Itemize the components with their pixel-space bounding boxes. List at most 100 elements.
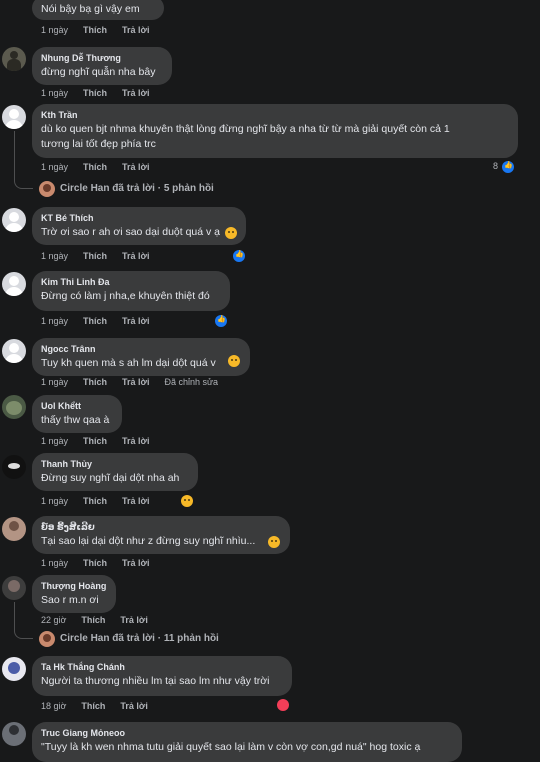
comment-actions: 1 ngày Thích Trả lời [41,249,164,263]
reply-button[interactable]: Trả lời [122,160,149,174]
comment-bubble: Thanh Thủy Đừng suy nghĩ dại dột nha ah [32,453,198,491]
comment-time[interactable]: 1 ngày [41,556,68,570]
like-button[interactable]: Thích [81,699,105,713]
avatar[interactable] [2,455,26,479]
like-button[interactable]: Thích [83,434,107,448]
thread-connector [14,178,33,189]
like-button[interactable]: Thích [83,249,107,263]
comment-text: Sao r m.n ơi [41,594,99,606]
comment-text: Tại sao lại dại dột như z đừng suy nghĩ … [41,535,256,547]
reply-button[interactable]: Trả lời [120,613,147,627]
comment-bubble: Kim Thi Linh Đa Đừng có làm j nha,e khuy… [32,271,230,311]
love-icon[interactable] [277,699,289,711]
downcast-face-icon [225,227,237,239]
comment-bubble: ຍ໌ອ ຣີ້ງສີເລີຍ Tại sao lại dại dột như z… [32,516,290,554]
comment-actions: 18 giờ Thích Trả lời [41,699,163,713]
reply-avatar [39,631,55,647]
reply-count: 11 phản hồi [163,633,219,644]
comment-actions: 1 ngày Thích Trả lời [41,86,164,100]
comment-actions: 1 ngày Thích Trả lời [41,160,164,174]
comment-bubble: Kth Trần dù ko quen bjt nhma khuyên thật… [32,104,518,158]
commenter-name[interactable]: Kim Thi Linh Đa [41,276,221,289]
commenter-name[interactable]: Nhung Dễ Thương [41,52,163,65]
comment-text: Nói bậy bạ gì vậy em [41,3,140,15]
commenter-name[interactable]: Ngocc Trânn [41,343,241,356]
avatar[interactable] [2,105,26,129]
comment-text: Tuy kh quen mà s ah lm dại dột quá v [41,357,216,369]
reply-button[interactable]: Trả lời [122,494,149,508]
comment-time[interactable]: 1 ngày [41,314,68,328]
commenter-name[interactable]: Kth Trần [41,109,509,122]
comment-bubble: Nhung Dễ Thương đừng nghĩ quẫn nha bây [32,47,172,85]
avatar[interactable] [2,657,26,681]
like-button[interactable]: Thích [81,613,105,627]
reply-button[interactable]: Trả lời [122,434,149,448]
comment-time[interactable]: 1 ngày [41,23,68,37]
comment-bubble: Ta Hk Thắng Chánh Người ta thương nhiều … [32,656,292,696]
commenter-name[interactable]: Thanh Thủy [41,458,189,471]
reaction-count[interactable]: 8 [493,161,498,171]
avatar[interactable] [2,339,26,363]
like-button[interactable]: Thích [83,86,107,100]
reply-avatar [39,181,55,197]
commenter-name[interactable]: ຍ໌ອ ຣີ້ງສີເລີຍ [41,521,281,534]
like-icon[interactable] [215,315,227,327]
reply-button[interactable]: Trả lời [122,556,149,570]
reply-button[interactable]: Trả lời [122,86,149,100]
comment-text: Người ta thương nhiều lm tại sao lm như … [41,675,270,687]
reply-button[interactable]: Trả lời [120,699,147,713]
like-button[interactable]: Thích [83,23,107,37]
thread-connector [14,628,33,639]
like-button[interactable]: Thích [83,314,107,328]
wow-icon[interactable] [181,495,193,507]
comment-actions: 1 ngày Thích Trả lời [41,23,164,37]
reply-button[interactable]: Trả lời [122,314,149,328]
reply-button[interactable]: Trả lời [122,375,149,389]
comment-actions: 1 ngày Thích Trả lời [41,556,164,570]
avatar[interactable] [2,395,26,419]
avatar[interactable] [2,47,26,71]
comment-time[interactable]: 1 ngày [41,86,68,100]
reply-button[interactable]: Trả lời [122,23,149,37]
comment-actions: 1 ngày Thích Trả lời [41,314,164,328]
avatar[interactable] [2,208,26,232]
comment-time[interactable]: 1 ngày [41,494,68,508]
like-icon[interactable] [233,250,245,262]
view-replies-link[interactable]: Circle Han đã trả lời · 5 phản hồi [60,181,214,197]
reply-label: đã trả lời [112,183,155,194]
avatar[interactable] [2,576,26,600]
comment-time[interactable]: 1 ngày [41,249,68,263]
comment-time[interactable]: 1 ngày [41,434,68,448]
avatar[interactable] [2,272,26,296]
reply-button[interactable]: Trả lời [122,249,149,263]
like-button[interactable]: Thích [83,160,107,174]
view-replies-link[interactable]: Circle Han đã trả lời · 11 phản hồi [60,631,219,647]
sad-face-icon [268,536,280,548]
comment-time[interactable]: 18 giờ [41,699,66,713]
reply-count: 5 phản hồi [163,183,214,194]
like-icon[interactable] [502,161,514,173]
comment-time[interactable]: 1 ngày [41,160,68,174]
commenter-name[interactable]: Thượng Hoàng [41,580,107,593]
comment-text: Đừng có làm j nha,e khuyên thiệt đó [41,290,210,302]
commenter-name[interactable]: KT Bé Thích [41,212,237,225]
commenter-name[interactable]: Uol Khểtt [41,400,113,413]
crying-face-icon [228,355,240,367]
like-button[interactable]: Thích [83,494,107,508]
avatar[interactable] [2,517,26,541]
comment-text: dù ko quen bjt nhma khuyên thật lòng đừn… [41,123,450,135]
comment-bubble: KT Bé Thích Trờ ơi sao r ah ơi sao dại d… [32,207,246,245]
thread-line [14,602,15,630]
commenter-name[interactable]: Truc Giang Mỏneoo [41,727,453,740]
comment-time[interactable]: 1 ngày [41,375,68,389]
like-button[interactable]: Thích [83,375,107,389]
comment-bubble: Uol Khểtt thấy thw qaa à [32,395,122,433]
comment-actions: 1 ngày Thích Trả lời [41,494,164,508]
avatar[interactable] [2,722,26,746]
reply-author: Circle Han [60,183,110,194]
reply-author: Circle Han [60,633,110,644]
like-button[interactable]: Thích [83,556,107,570]
commenter-name[interactable]: Ta Hk Thắng Chánh [41,661,283,674]
comment-time[interactable]: 22 giờ [41,613,66,627]
thread-line [14,131,15,181]
